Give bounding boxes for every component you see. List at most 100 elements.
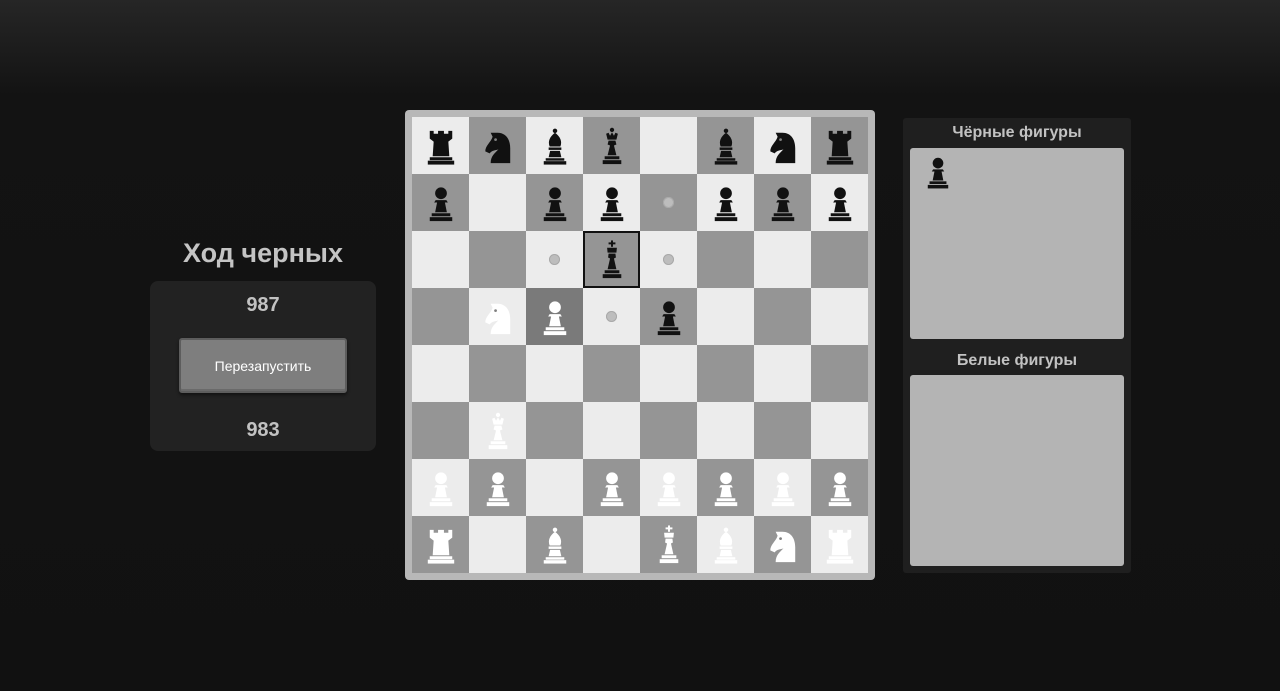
square-b1[interactable] (469, 516, 526, 573)
square-b5[interactable] (469, 288, 526, 345)
square-e6[interactable] (640, 231, 697, 288)
black-rook-icon[interactable] (412, 117, 469, 174)
black-rook-icon[interactable] (811, 117, 868, 174)
square-f1[interactable] (697, 516, 754, 573)
square-d6[interactable] (583, 231, 640, 288)
white-king-icon[interactable] (640, 516, 697, 573)
square-h3[interactable] (811, 402, 868, 459)
white-bishop-icon[interactable] (697, 516, 754, 573)
square-e7[interactable] (640, 174, 697, 231)
square-a7[interactable] (412, 174, 469, 231)
move-hint-dot[interactable] (663, 197, 674, 208)
square-f4[interactable] (697, 345, 754, 402)
square-h1[interactable] (811, 516, 868, 573)
square-g3[interactable] (754, 402, 811, 459)
square-b6[interactable] (469, 231, 526, 288)
square-b7[interactable] (469, 174, 526, 231)
white-pawn-icon[interactable] (811, 459, 868, 516)
square-a5[interactable] (412, 288, 469, 345)
move-hint-dot[interactable] (606, 311, 617, 322)
square-d1[interactable] (583, 516, 640, 573)
square-g6[interactable] (754, 231, 811, 288)
square-d7[interactable] (583, 174, 640, 231)
square-a6[interactable] (412, 231, 469, 288)
square-c8[interactable] (526, 117, 583, 174)
square-a3[interactable] (412, 402, 469, 459)
square-e3[interactable] (640, 402, 697, 459)
black-knight-icon[interactable] (469, 117, 526, 174)
black-bishop-icon[interactable] (697, 117, 754, 174)
square-f3[interactable] (697, 402, 754, 459)
square-g1[interactable] (754, 516, 811, 573)
square-c3[interactable] (526, 402, 583, 459)
square-a4[interactable] (412, 345, 469, 402)
white-pawn-icon[interactable] (640, 459, 697, 516)
square-c1[interactable] (526, 516, 583, 573)
move-hint-dot[interactable] (549, 254, 560, 265)
square-d4[interactable] (583, 345, 640, 402)
black-queen-icon[interactable] (583, 117, 640, 174)
square-e4[interactable] (640, 345, 697, 402)
white-pawn-icon[interactable] (412, 459, 469, 516)
white-rook-icon[interactable] (811, 516, 868, 573)
square-e5[interactable] (640, 288, 697, 345)
black-pawn-icon[interactable] (583, 174, 640, 231)
square-g7[interactable] (754, 174, 811, 231)
square-b4[interactable] (469, 345, 526, 402)
square-b2[interactable] (469, 459, 526, 516)
white-pawn-icon[interactable] (526, 288, 583, 345)
black-pawn-icon[interactable] (697, 174, 754, 231)
square-a1[interactable] (412, 516, 469, 573)
square-a2[interactable] (412, 459, 469, 516)
white-pawn-icon[interactable] (583, 459, 640, 516)
move-hint-dot[interactable] (663, 254, 674, 265)
square-h7[interactable] (811, 174, 868, 231)
black-pawn-icon[interactable] (640, 288, 697, 345)
square-c7[interactable] (526, 174, 583, 231)
white-bishop-icon[interactable] (526, 516, 583, 573)
square-h2[interactable] (811, 459, 868, 516)
square-e1[interactable] (640, 516, 697, 573)
white-pawn-icon[interactable] (697, 459, 754, 516)
square-c6[interactable] (526, 231, 583, 288)
square-e8[interactable] (640, 117, 697, 174)
square-a8[interactable] (412, 117, 469, 174)
square-g8[interactable] (754, 117, 811, 174)
black-pawn-icon[interactable] (526, 174, 583, 231)
square-d2[interactable] (583, 459, 640, 516)
square-g4[interactable] (754, 345, 811, 402)
square-h6[interactable] (811, 231, 868, 288)
square-g5[interactable] (754, 288, 811, 345)
restart-button[interactable]: Перезапустить (179, 338, 347, 393)
square-c2[interactable] (526, 459, 583, 516)
square-g2[interactable] (754, 459, 811, 516)
square-e2[interactable] (640, 459, 697, 516)
square-f5[interactable] (697, 288, 754, 345)
square-f2[interactable] (697, 459, 754, 516)
square-d3[interactable] (583, 402, 640, 459)
square-h5[interactable] (811, 288, 868, 345)
white-pawn-icon[interactable] (469, 459, 526, 516)
square-h4[interactable] (811, 345, 868, 402)
square-f7[interactable] (697, 174, 754, 231)
square-d5[interactable] (583, 288, 640, 345)
white-knight-icon[interactable] (754, 516, 811, 573)
black-knight-icon[interactable] (754, 117, 811, 174)
square-f8[interactable] (697, 117, 754, 174)
square-b3[interactable] (469, 402, 526, 459)
black-pawn-icon[interactable] (412, 174, 469, 231)
white-pawn-icon[interactable] (754, 459, 811, 516)
white-rook-icon[interactable] (412, 516, 469, 573)
square-d8[interactable] (583, 117, 640, 174)
black-pawn-icon[interactable] (754, 174, 811, 231)
white-queen-icon[interactable] (469, 402, 526, 459)
white-knight-icon[interactable] (469, 288, 526, 345)
square-c5[interactable] (526, 288, 583, 345)
black-bishop-icon[interactable] (526, 117, 583, 174)
square-c4[interactable] (526, 345, 583, 402)
black-king-icon[interactable] (585, 233, 638, 286)
black-pawn-icon[interactable] (811, 174, 868, 231)
square-f6[interactable] (697, 231, 754, 288)
square-h8[interactable] (811, 117, 868, 174)
square-b8[interactable] (469, 117, 526, 174)
